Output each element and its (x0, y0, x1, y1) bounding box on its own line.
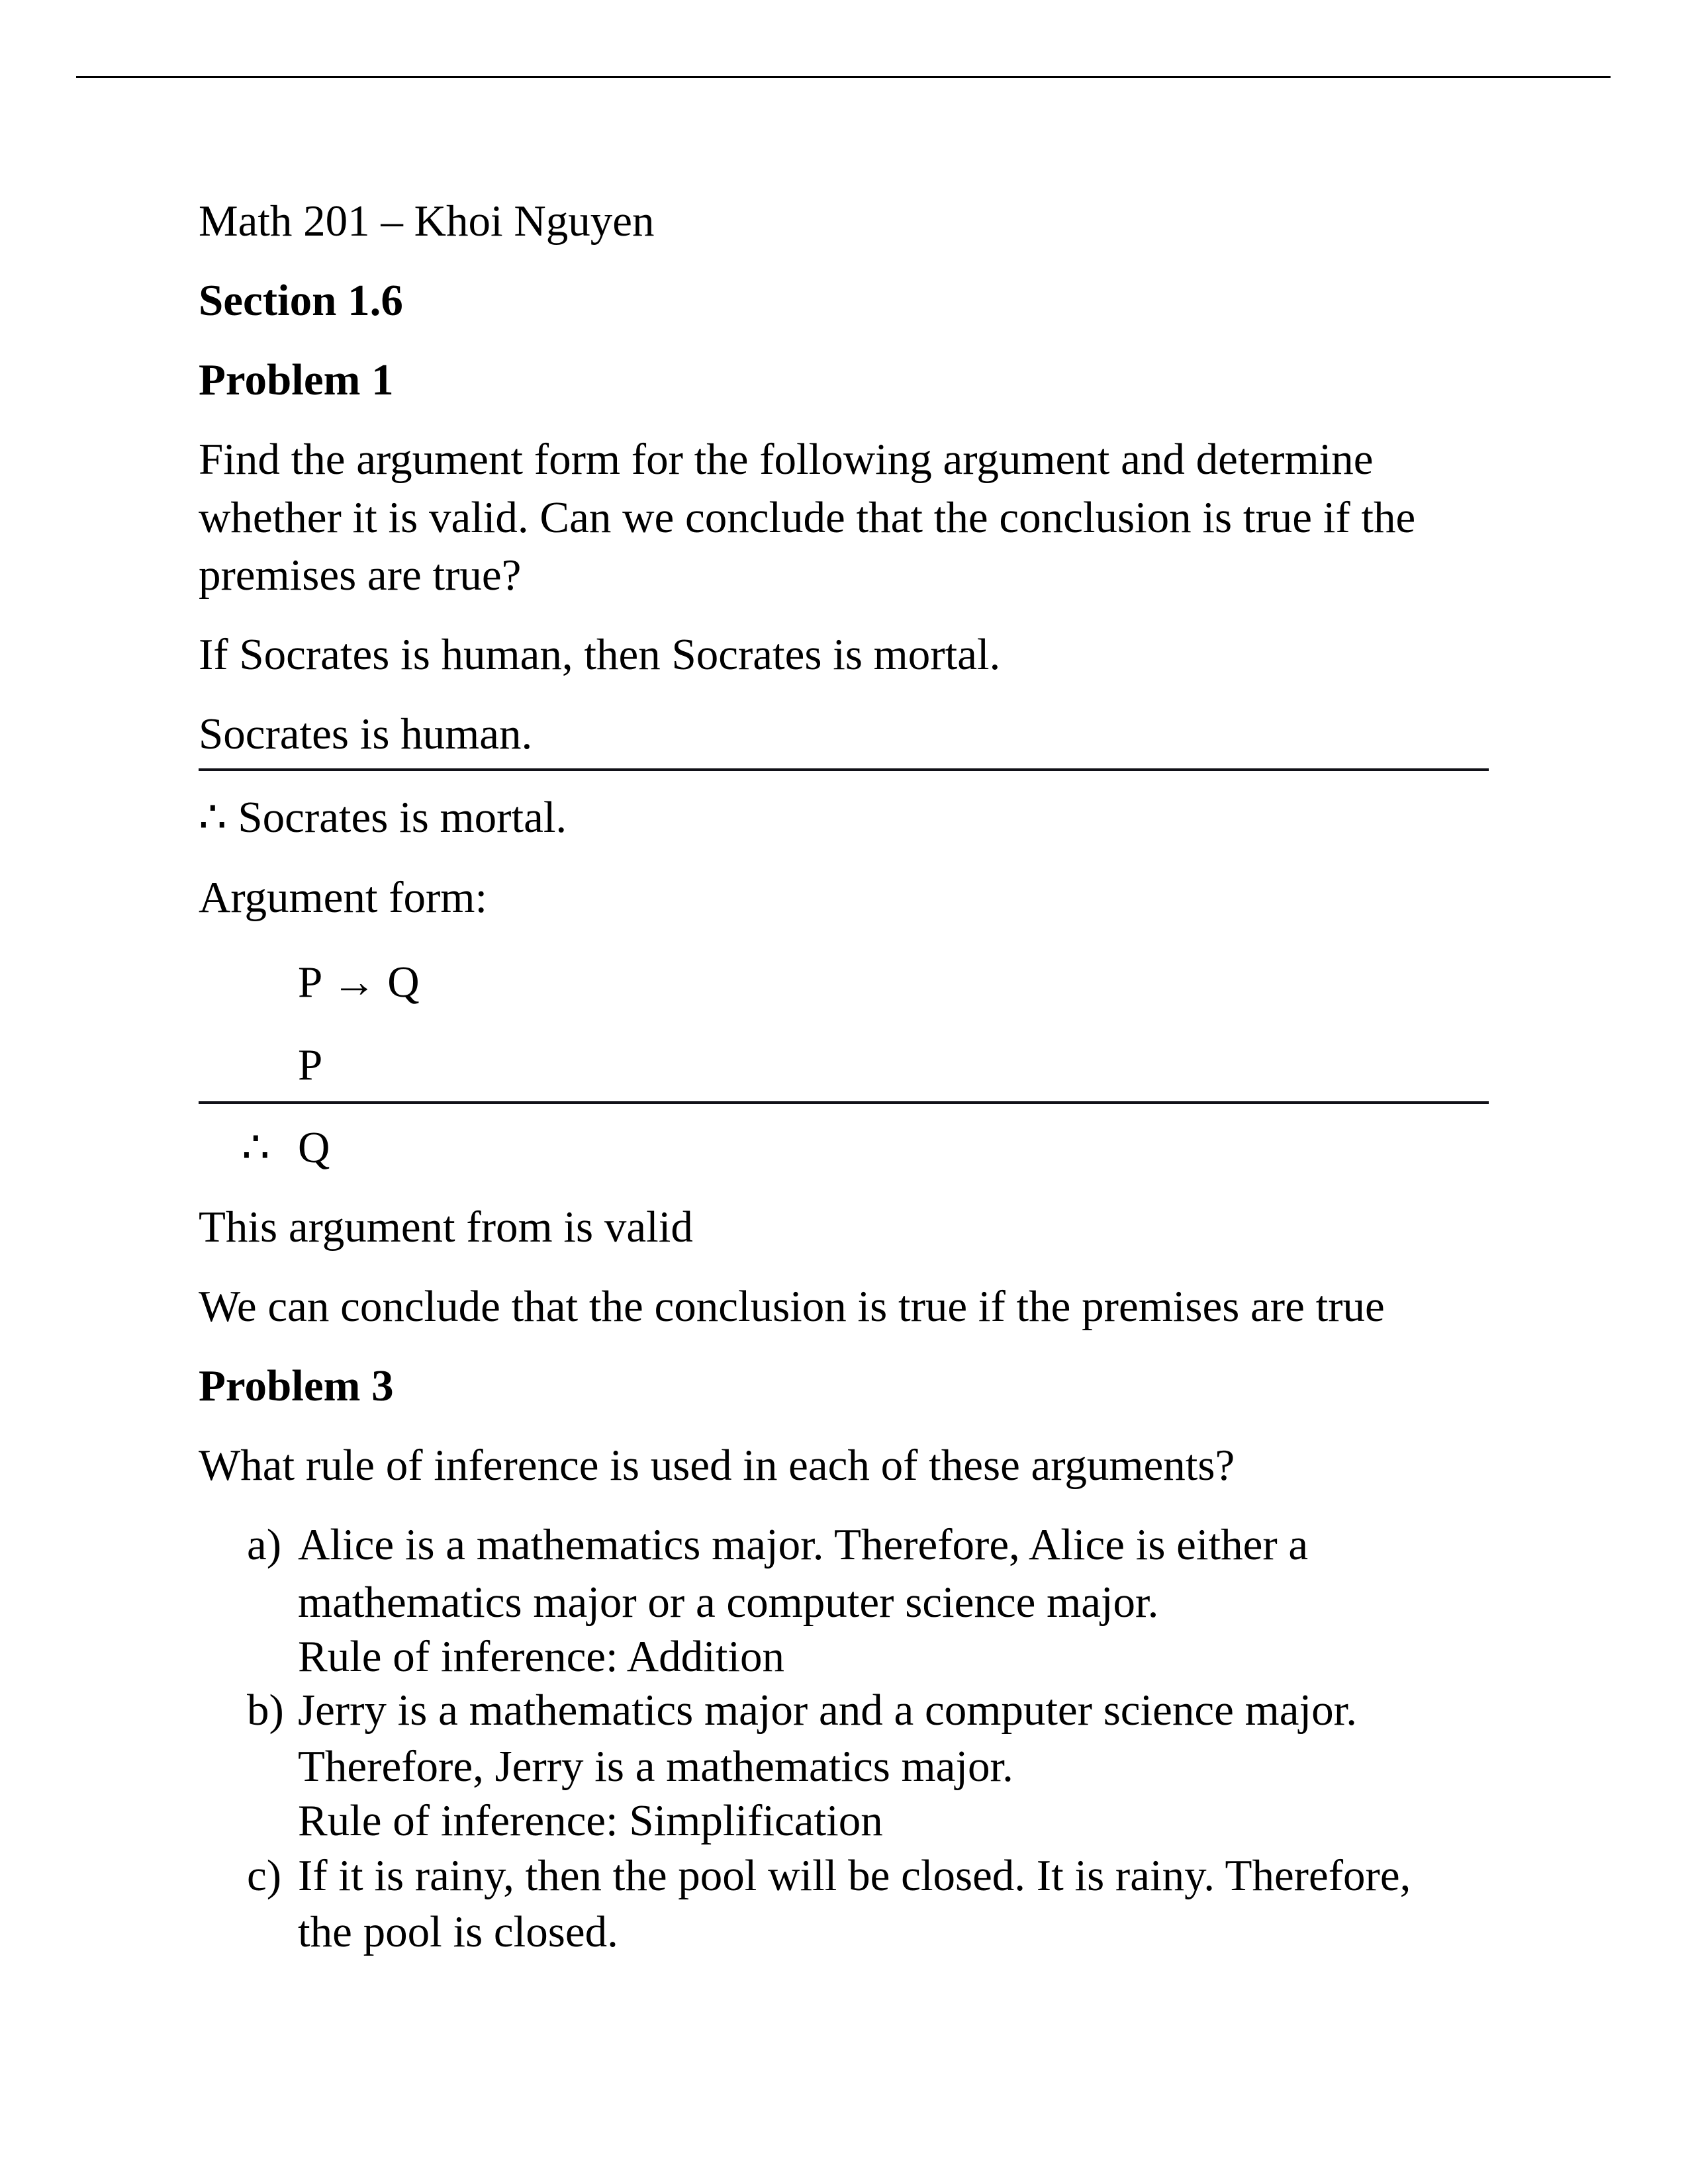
problem1-question-line: premises are true? (199, 551, 522, 600)
problem1-heading: Problem 1 (199, 355, 394, 404)
list-item-c-line: the pool is closed. (298, 1907, 618, 1956)
list-item-a-line: mathematics major or a computer science … (298, 1578, 1159, 1627)
problem1-question-line: Find the argument form for the following… (199, 435, 1374, 484)
list-item-a-line: Alice is a mathematics major. Therefore,… (298, 1520, 1309, 1569)
list-label-b: b) (247, 1686, 284, 1735)
argument-form-label: Argument form: (199, 873, 488, 922)
problem3-question: What rule of inference is used in each o… (199, 1441, 1235, 1490)
list-item-b-line: Therefore, Jerry is a mathematics major. (298, 1742, 1013, 1791)
form-divider (199, 1101, 1489, 1104)
list-item-c-line: If it is rainy, then the pool will be cl… (298, 1851, 1411, 1900)
premise-divider (199, 768, 1489, 771)
premise-1: If Socrates is human, then Socrates is m… (199, 630, 1001, 679)
answer-conclusion: We can conclude that the conclusion is t… (199, 1282, 1385, 1331)
list-label-c: c) (247, 1851, 282, 1900)
list-item-a-answer: Rule of inference: Addition (298, 1632, 784, 1681)
list-label-a: a) (247, 1520, 282, 1569)
conclusion: ∴ Socrates is mortal. (199, 793, 567, 842)
form-premise-1: P → Q (298, 958, 420, 1007)
problem3-heading: Problem 3 (199, 1361, 394, 1410)
answer-validity: This argument from is valid (199, 1203, 693, 1251)
form-conclusion: Q (298, 1123, 330, 1172)
list-item-b-line: Jerry is a mathematics major and a compu… (298, 1686, 1357, 1735)
problem1-question-line: whether it is valid. Can we conclude tha… (199, 493, 1416, 542)
therefore-symbol: ∴ (242, 1123, 270, 1172)
section-heading: Section 1.6 (199, 276, 403, 325)
list-item-b-answer: Rule of inference: Simplification (298, 1796, 883, 1845)
premise-2: Socrates is human. (199, 709, 533, 758)
course-title: Math 201 – Khoi Nguyen (199, 197, 655, 246)
header-rule (76, 76, 1611, 78)
form-premise-2: P (298, 1040, 323, 1089)
